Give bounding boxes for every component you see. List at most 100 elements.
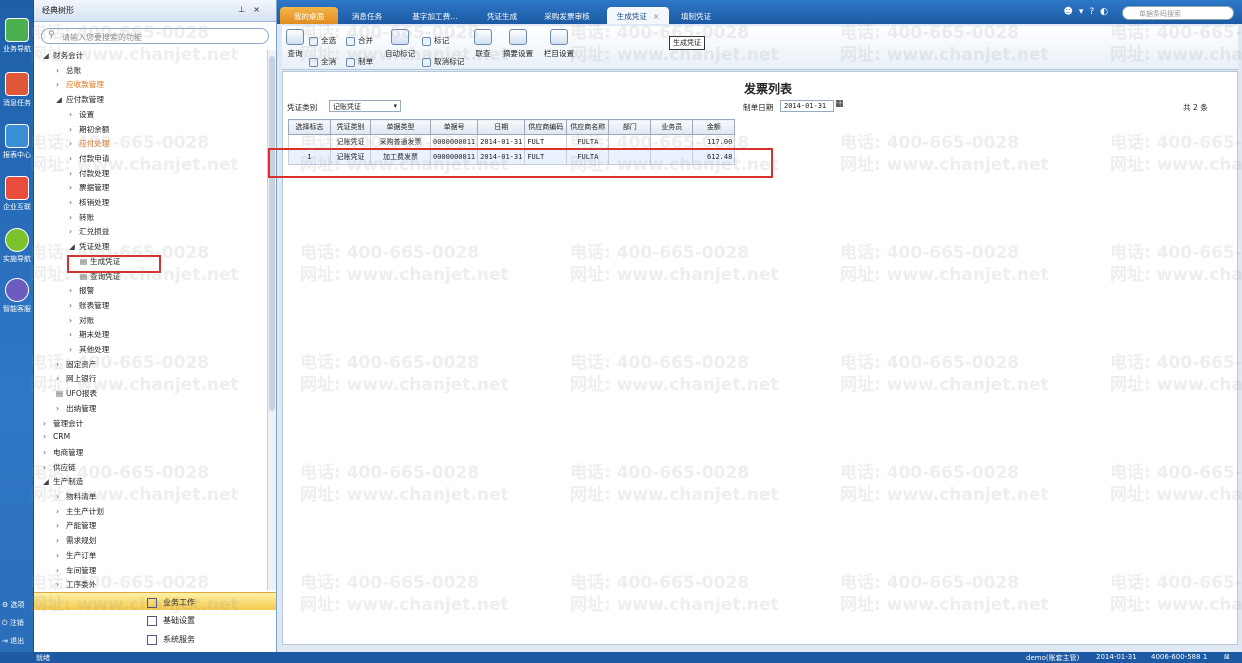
chevron-right-icon[interactable]: › [56, 521, 66, 530]
tab-fill-voucher[interactable]: 填制凭证 [671, 7, 721, 24]
chevron-down-icon[interactable]: ◢ [43, 51, 53, 60]
tree-node[interactable]: › 网上银行 [56, 373, 96, 384]
chevron-right-icon[interactable]: › [56, 360, 66, 369]
tree-node[interactable]: › 主生产计划 [56, 506, 104, 517]
tree-node[interactable]: › 应收款管理 [56, 79, 104, 90]
chevron-down-icon[interactable]: ◢ [43, 477, 53, 486]
basic-settings-button[interactable]: 基础设置 [34, 611, 276, 629]
chevron-down-icon[interactable]: ◢ [56, 95, 66, 104]
tree-node[interactable]: › 期初余额 [69, 124, 109, 135]
nav-service[interactable]: 智能客服 [0, 278, 34, 314]
top-search-input[interactable]: 单据条码搜索 [1122, 6, 1234, 20]
tree-node[interactable]: ◢ 凭证处理 [69, 241, 109, 252]
nav-reports[interactable]: 报表中心 [0, 124, 34, 160]
tab-home[interactable]: 我的桌面 [280, 7, 338, 24]
tree-node[interactable]: › 生产订单 [56, 550, 96, 561]
chevron-right-icon[interactable]: › [56, 66, 66, 75]
chevron-right-icon[interactable]: › [69, 110, 79, 119]
tab-invoice-audit[interactable]: 采购发票审核 [531, 7, 603, 24]
mark-button[interactable]: 标记 [422, 35, 449, 46]
tab-processing-fee[interactable]: 基字加工费… [395, 7, 475, 24]
tree-node[interactable]: › 工序委外 [56, 579, 96, 590]
chevron-right-icon[interactable]: › [69, 227, 79, 236]
voucher-type-select[interactable]: 记账凭证 ▾ [329, 100, 401, 112]
chevron-right-icon[interactable]: › [69, 183, 79, 192]
close-icon[interactable]: × [653, 12, 659, 21]
chevron-right-icon[interactable]: › [43, 419, 53, 428]
tree-node[interactable]: › 需求规划 [56, 535, 96, 546]
tree-node[interactable]: › 转账 [69, 212, 94, 223]
tree-node[interactable]: › 总账 [56, 65, 81, 76]
chevron-right-icon[interactable]: › [69, 213, 79, 222]
tree-node[interactable]: › 付款申请 [69, 153, 109, 164]
chevron-down-icon[interactable]: ◢ [69, 242, 79, 251]
col-header[interactable]: 业务员 [650, 119, 694, 135]
business-work-button[interactable]: 业务工作 [34, 592, 276, 610]
scroll-thumb[interactable] [269, 56, 275, 411]
tree-node[interactable]: › 应付处理 [69, 138, 109, 149]
tree-node[interactable]: › CRM [43, 432, 70, 441]
make-voucher-button[interactable]: 制单 [346, 56, 373, 67]
help-icon[interactable]: ? [1089, 7, 1100, 17]
chevron-right-icon[interactable]: › [43, 432, 53, 441]
col-header[interactable]: 凭证类别 [330, 119, 371, 135]
tree-node[interactable]: › 固定资产 [56, 359, 96, 370]
col-header[interactable]: 单据号 [429, 119, 479, 135]
chevron-right-icon[interactable]: › [56, 507, 66, 516]
tab-messages[interactable]: 消息任务 [341, 7, 393, 24]
tab-generate-voucher[interactable]: 生成凭证 × [607, 7, 669, 24]
col-header[interactable]: 日期 [477, 119, 526, 135]
col-header[interactable]: 金额 [692, 119, 736, 135]
chevron-right-icon[interactable]: › [56, 404, 66, 413]
chevron-right-icon[interactable]: › [69, 139, 79, 148]
exit-button[interactable]: ⇥ 退出 [2, 636, 24, 646]
nav-messages[interactable]: 消息任务 [0, 72, 34, 108]
tree-node[interactable]: ◢ 生产制造 [43, 476, 83, 487]
chevron-right-icon[interactable]: › [56, 566, 66, 575]
chevron-right-icon[interactable]: › [56, 80, 66, 89]
tree-node[interactable]: › 设置 [69, 109, 94, 120]
tree-node[interactable]: › 核销处理 [69, 197, 109, 208]
tree-node[interactable]: ◢ 应付款管理 [56, 94, 104, 105]
tab-voucher-gen[interactable]: 凭证生成 [477, 7, 527, 24]
calendar-icon[interactable]: ▦ [835, 99, 844, 109]
tree-node[interactable]: › 票据管理 [69, 182, 109, 193]
system-service-button[interactable]: 系统服务 [34, 630, 276, 648]
chevron-right-icon[interactable]: › [69, 125, 79, 134]
logout-button[interactable]: ⏻ 注销 [2, 618, 24, 628]
merge-button[interactable]: 合并 [346, 35, 373, 46]
tree-node[interactable]: › 出纳管理 [56, 403, 96, 414]
chevron-right-icon[interactable]: › [43, 448, 53, 457]
col-header[interactable]: 单据类型 [370, 119, 431, 135]
chevron-right-icon[interactable]: › [69, 330, 79, 339]
tree-node[interactable]: › 产能管理 [56, 520, 96, 531]
status-close-icon[interactable]: ⊠ [1224, 653, 1230, 661]
col-header[interactable]: 供应商名称 [566, 119, 610, 135]
panel-pin-close[interactable]: ⊥× [238, 5, 268, 14]
tree-node[interactable]: › 付款处理 [69, 168, 109, 179]
select-all-button[interactable]: 全选 [309, 35, 336, 46]
chevron-right-icon[interactable]: › [69, 154, 79, 163]
tree-node[interactable]: › 车间管理 [56, 565, 96, 576]
deselect-all-button[interactable]: 全消 [309, 56, 336, 67]
chevron-right-icon[interactable]: › [69, 301, 79, 310]
tree-node[interactable]: ◢ 财务会计 [43, 50, 83, 61]
col-header[interactable]: 部门 [608, 119, 652, 135]
auto-mark-button[interactable]: 自动标记 [382, 29, 418, 59]
unmark-button[interactable]: 取消标记 [422, 56, 464, 67]
tree-node[interactable]: › 管理会计 [43, 418, 83, 429]
chevron-down-icon[interactable]: ▾ [1079, 7, 1090, 17]
col-header[interactable]: 选择标志 [288, 119, 331, 135]
chevron-right-icon[interactable]: › [56, 580, 66, 589]
tree-scrollbar[interactable] [267, 50, 276, 590]
tree-node[interactable]: › 其他处理 [69, 344, 109, 355]
tree-node[interactable]: › 汇兑损益 [69, 226, 109, 237]
chevron-right-icon[interactable]: › [43, 463, 53, 472]
tree-search-input[interactable]: ⚲ 请输入您要搜索的功能 [41, 28, 269, 44]
summary-settings-button[interactable]: 摘要设置 [500, 29, 536, 59]
chevron-right-icon[interactable]: › [69, 316, 79, 325]
chevron-right-icon[interactable]: › [56, 536, 66, 545]
options-button[interactable]: ⚙ 选项 [2, 600, 25, 610]
column-settings-button[interactable]: 栏目设置 [541, 29, 577, 59]
theme-icon[interactable]: ☻ [1063, 7, 1078, 17]
